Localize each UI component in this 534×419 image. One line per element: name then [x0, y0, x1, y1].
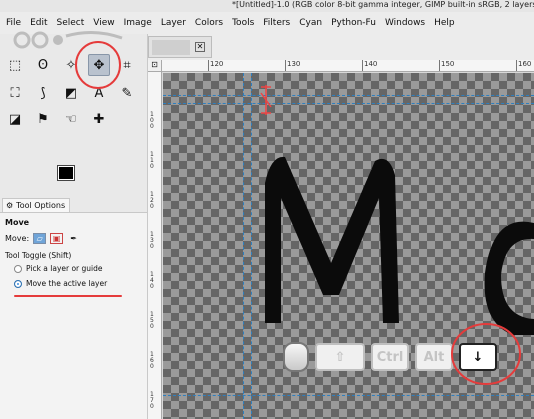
gimp-window: { "window": { "title": "*[Untitled]-1.0 … — [0, 0, 534, 419]
annotation-layer — [75, 41, 521, 385]
annotation-circle-down-key — [451, 323, 521, 385]
annotation-circle-move-tool — [75, 41, 121, 89]
